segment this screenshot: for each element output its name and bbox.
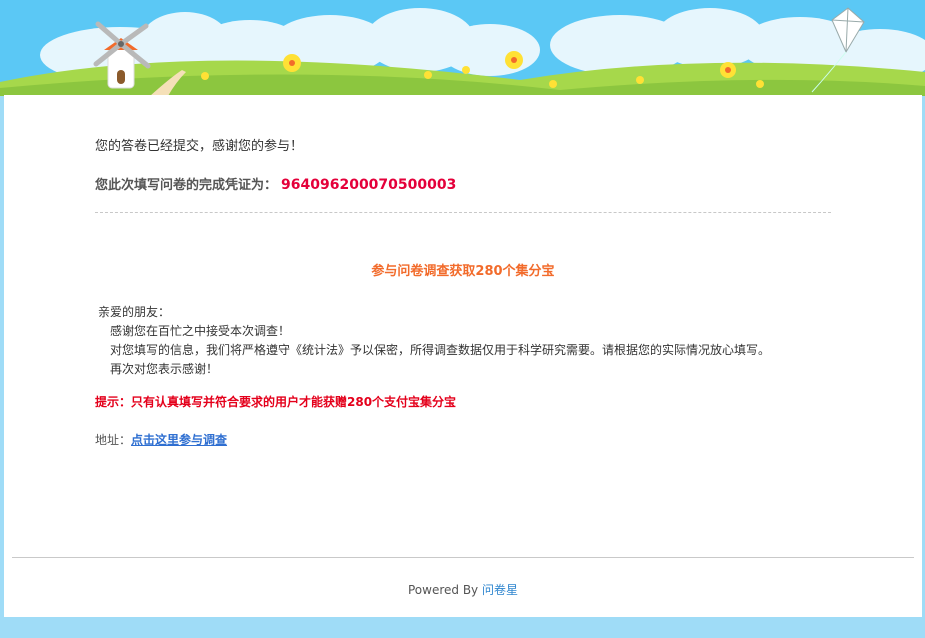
promo-letter: 亲爱的朋友： 感谢您在百忙之中接受本次调查！ 对您填写的信息，我们将严格遵守《统… bbox=[98, 303, 770, 379]
address-label: 地址： bbox=[95, 433, 132, 447]
divider bbox=[95, 212, 831, 213]
promo-title: 参与问卷调查获取280个集分宝 bbox=[371, 264, 555, 279]
header-banner bbox=[0, 0, 925, 96]
survey-link[interactable]: 点击这里参与调查 bbox=[131, 433, 227, 447]
certificate-number: 964096200070500003 bbox=[281, 177, 457, 193]
footer: Powered By 问卷星 bbox=[4, 581, 922, 598]
footer-divider bbox=[12, 557, 914, 558]
letter-line: 对您填写的信息，我们将严格遵守《统计法》予以保密，所得调查数据仅用于科学研究需要… bbox=[110, 343, 771, 357]
result-card: 您的答卷已经提交，感谢您的参与！ 您此次填写问卷的完成凭证为： 964096200… bbox=[4, 95, 922, 617]
thanks-message: 您的答卷已经提交，感谢您的参与！ bbox=[95, 139, 304, 154]
certificate-label: 您此次填写问卷的完成凭证为： bbox=[95, 178, 278, 193]
promo-tip: 提示：只有认真填写并符合要求的用户才能获赠280个支付宝集分宝 bbox=[95, 395, 457, 409]
powered-by-label: Powered By bbox=[407, 583, 479, 597]
brand-link[interactable]: 问卷星 bbox=[482, 583, 518, 597]
letter-line: 感谢您在百忙之中接受本次调查！ bbox=[110, 324, 291, 338]
address-line: 地址：点击这里参与调查 bbox=[95, 431, 227, 448]
certificate-line: 您此次填写问卷的完成凭证为： 964096200070500003 bbox=[95, 174, 456, 193]
letter-greeting: 亲爱的朋友： bbox=[98, 305, 171, 319]
letter-line: 再次对您表示感谢！ bbox=[110, 362, 219, 376]
